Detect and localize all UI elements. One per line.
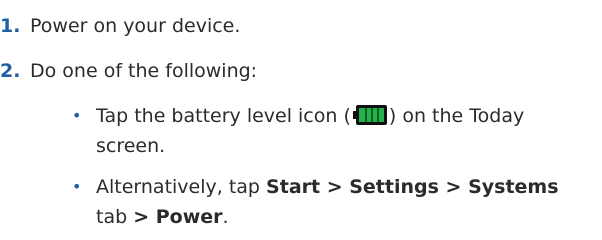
- step-2: 2. Do one of the following:: [0, 58, 257, 84]
- bullet-1-text-before: Tap the battery level icon (: [96, 105, 351, 127]
- bullet-2-text-before: Alternatively, tap: [96, 176, 267, 198]
- bullet-2-path-power: > Power: [133, 206, 223, 228]
- bullet-2-path-start-settings-systems: Start > Settings > Systems: [266, 176, 559, 198]
- step-1-text: Power on your device.: [30, 15, 241, 37]
- battery-full-icon: [352, 105, 387, 125]
- step-1-number: 1.: [0, 15, 21, 37]
- bullet-2-text-end: .: [222, 206, 229, 228]
- step-2-text: Do one of the following:: [30, 60, 258, 82]
- bullet-dot-icon: •: [72, 106, 82, 125]
- step-1: 1. Power on your device.: [0, 13, 240, 39]
- bullet-dot-icon: •: [72, 177, 82, 196]
- bullet-2-text-mid: tab: [96, 206, 134, 228]
- bullet-item-1: • Tap the battery level icon ( ) on the …: [72, 101, 586, 161]
- bullet-item-2: • Alternatively, tap Start > Settings > …: [72, 172, 586, 232]
- step-2-number: 2.: [0, 60, 21, 82]
